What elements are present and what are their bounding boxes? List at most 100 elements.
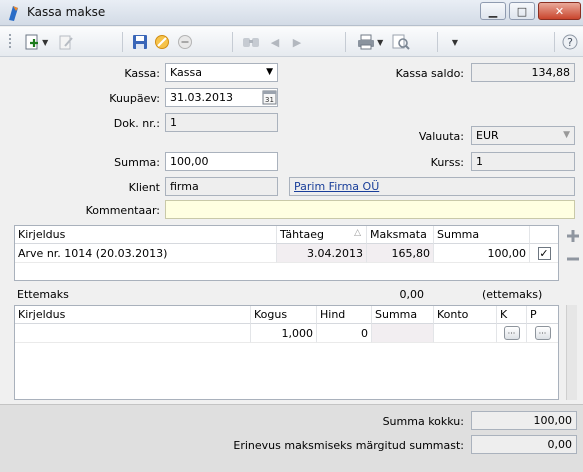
help-icon: ? — [562, 34, 578, 50]
kassa-select[interactable]: Kassa ▼ — [165, 63, 278, 82]
save-icon — [133, 35, 147, 49]
cell-tahtaeg: 3.04.2013 — [277, 244, 367, 263]
cell-konto[interactable] — [434, 324, 497, 343]
ettemaks-value: 0,00 — [399, 288, 425, 301]
dok-field[interactable]: 1 — [165, 113, 278, 132]
erinevus-field: 0,00 — [471, 435, 577, 454]
klient-field[interactable]: firma — [165, 177, 278, 196]
more-dropdown[interactable]: ▼ — [448, 31, 462, 53]
table-row[interactable]: 1,000 0 ··· ··· — [15, 324, 558, 343]
col-check — [530, 226, 558, 244]
prev-button[interactable]: ◀ — [268, 31, 282, 53]
col-p[interactable]: P — [527, 306, 558, 324]
invoice-header: Kirjeldus Tähtaeg △ Maksmata Summa — [15, 226, 558, 244]
cell-kogus[interactable]: 1,000 — [251, 324, 317, 343]
minimize-button[interactable]: ▁ — [480, 2, 506, 20]
pay-checkbox[interactable]: ✓ — [537, 246, 551, 260]
toolbar-separator — [554, 32, 555, 52]
col-hind[interactable]: Hind — [317, 306, 372, 324]
chevron-down-icon: ▼ — [39, 37, 49, 47]
find-icon — [243, 38, 259, 47]
maximize-icon: □ — [516, 4, 528, 18]
remove-row-button[interactable] — [566, 252, 580, 266]
chevron-down-icon: ▼ — [374, 37, 384, 47]
print-button[interactable]: ▼ — [354, 31, 386, 53]
toolbar-separator — [345, 32, 346, 52]
kassa-saldo-value: 134,88 — [531, 66, 571, 79]
k-picker-button[interactable]: ··· — [503, 326, 520, 340]
klient-link[interactable]: Parim Firma OÜ — [294, 180, 379, 193]
calendar-icon: 31 — [262, 90, 277, 105]
cell-kirjeldus[interactable] — [15, 324, 251, 343]
col-kogus[interactable]: Kogus — [251, 306, 317, 324]
toolbar: ▼ ◀ ▶ ▼ ▼ ? — [0, 27, 583, 57]
col-konto[interactable]: Konto — [434, 306, 497, 324]
cancel-button[interactable] — [152, 31, 172, 53]
valuuta-value: EUR — [476, 129, 499, 142]
kurss-value: 1 — [476, 155, 483, 168]
ettemaks-label: Ettemaks — [17, 288, 69, 301]
toolbar-separator — [437, 32, 438, 52]
lines-table: Kirjeldus Kogus Hind Summa Konto K P 1,0… — [14, 305, 559, 400]
calendar-button[interactable]: 31 — [262, 89, 277, 105]
save-button[interactable] — [130, 31, 150, 53]
toolbar-separator — [122, 32, 123, 52]
add-button[interactable]: ▼ — [20, 31, 52, 53]
cell-p: ··· — [527, 324, 558, 343]
checkmark-icon: ✓ — [539, 246, 549, 260]
chevron-down-icon: ▼ — [266, 67, 273, 77]
svg-text:?: ? — [567, 36, 573, 49]
next-icon: ▶ — [292, 35, 302, 49]
col-maksmata[interactable]: Maksmata — [367, 226, 434, 244]
preview-icon — [392, 34, 410, 50]
col-kirjeldus[interactable]: Kirjeldus — [15, 226, 277, 244]
sort-asc-icon: △ — [354, 228, 361, 238]
kuupaev-value: 31.03.2013 — [170, 91, 233, 104]
lines-scrollbar[interactable] — [566, 305, 577, 400]
add-row-button[interactable] — [566, 229, 580, 243]
chevron-down-icon: ▼ — [563, 130, 570, 140]
find-button[interactable] — [240, 31, 262, 53]
edit-button[interactable] — [56, 31, 76, 53]
toolbar-separator — [232, 32, 233, 52]
cell-summa[interactable]: 100,00 — [434, 244, 530, 263]
ellipsis-icon: ··· — [507, 328, 516, 338]
col-tahtaeg[interactable]: Tähtaeg △ — [277, 226, 367, 244]
summa-label: Summa: — [114, 156, 160, 169]
p-picker-button[interactable]: ··· — [534, 326, 551, 340]
klient-label: Klient — [128, 181, 160, 194]
summa-kokku-label: Summa kokku: — [382, 415, 464, 428]
window-title: Kassa makse — [27, 5, 106, 19]
kurss-field: 1 — [471, 152, 575, 171]
toolbar-grip — [8, 31, 12, 53]
erinevus-value: 0,00 — [547, 438, 573, 451]
col-k[interactable]: K — [497, 306, 527, 324]
cell-maksmata: 165,80 — [367, 244, 434, 263]
svg-text:31: 31 — [265, 96, 274, 104]
minimize-icon: ▁ — [488, 4, 498, 18]
cancel-icon — [155, 35, 169, 49]
kassa-saldo-label: Kassa saldo: — [395, 67, 464, 80]
edit-icon — [59, 35, 73, 50]
prev-icon: ◀ — [270, 35, 280, 49]
col-summa[interactable]: Summa — [434, 226, 530, 244]
cell-hind[interactable]: 0 — [317, 324, 372, 343]
kommentaar-field[interactable] — [165, 200, 575, 219]
klient-name-field: Parim Firma OÜ — [289, 177, 575, 196]
erinevus-label: Erinevus maksmiseks märgitud summast: — [233, 439, 464, 452]
col-summa[interactable]: Summa — [372, 306, 434, 324]
kassa-value: Kassa — [170, 66, 202, 79]
valuuta-select[interactable]: EUR ▼ — [471, 126, 575, 145]
add-icon — [25, 34, 38, 50]
close-button[interactable]: ✕ — [538, 2, 581, 20]
lines-header: Kirjeldus Kogus Hind Summa Konto K P — [15, 306, 558, 324]
col-kirjeldus[interactable]: Kirjeldus — [15, 306, 251, 324]
maximize-button[interactable]: □ — [509, 2, 535, 20]
app-icon — [9, 6, 18, 21]
delete-button[interactable] — [175, 31, 195, 53]
help-button[interactable]: ? — [560, 31, 580, 53]
summa-field[interactable]: 100,00 — [165, 152, 278, 171]
next-button[interactable]: ▶ — [290, 31, 304, 53]
preview-button[interactable] — [390, 31, 412, 53]
table-row[interactable]: Arve nr. 1014 (20.03.2013) 3.04.2013 165… — [15, 244, 558, 263]
